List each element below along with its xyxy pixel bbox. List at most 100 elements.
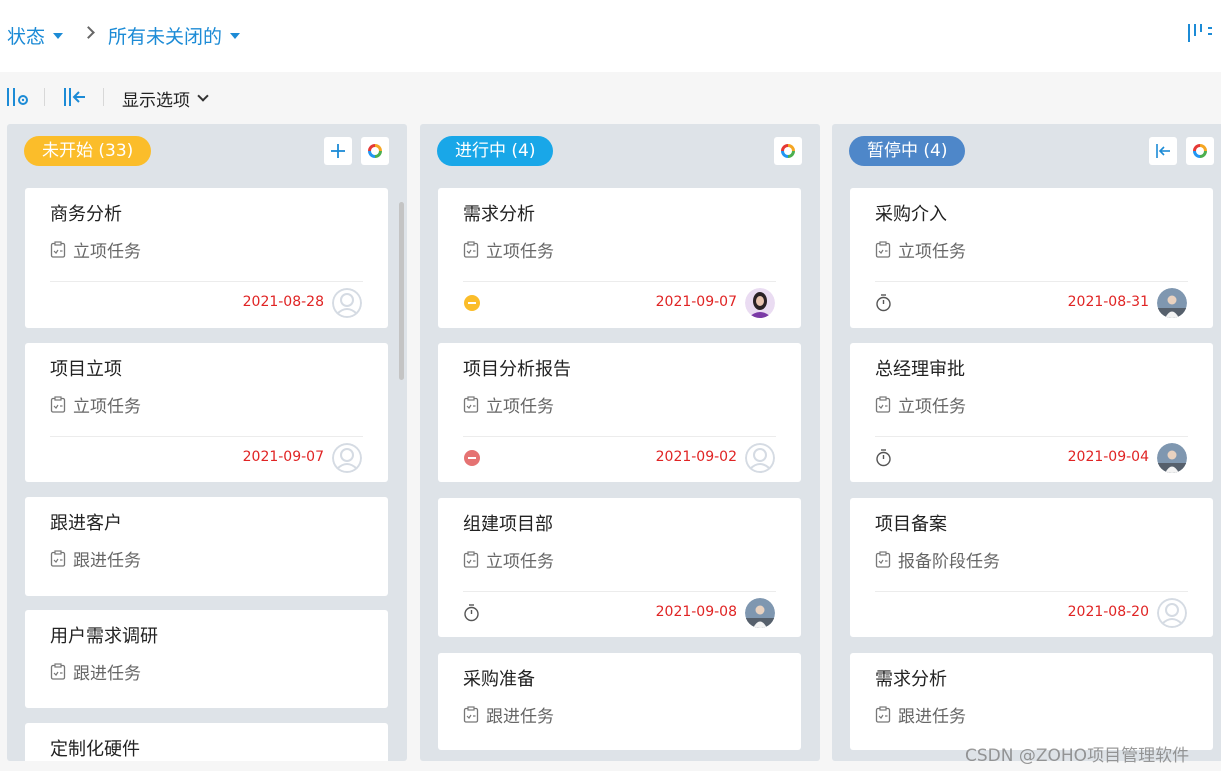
task-card[interactable]: 项目立项 立项任务 2021-09-07 <box>25 343 388 482</box>
view-filter-label: 所有未关闭的 <box>108 26 223 48</box>
task-type-label: 立项任务 <box>486 552 554 572</box>
task-type: 立项任务 <box>463 392 554 417</box>
task-type: 立项任务 <box>50 392 141 417</box>
task-type: 跟进任务 <box>50 546 141 571</box>
timer-icon <box>876 449 891 467</box>
avatar-placeholder[interactable] <box>745 443 775 473</box>
card-divider <box>875 436 1188 437</box>
column-header[interactable]: 暂停中 (4) <box>849 136 966 166</box>
column-color-button[interactable] <box>361 137 389 165</box>
column-color-button[interactable] <box>774 137 802 165</box>
color-wheel-icon <box>368 144 382 158</box>
task-card[interactable]: 商务分析 立项任务 2021-08-28 <box>25 188 388 328</box>
clipboard-icon <box>463 396 479 413</box>
task-type: 立项任务 <box>875 392 966 417</box>
toolbar-divider <box>103 88 104 106</box>
task-card[interactable]: 项目分析报告 立项任务 2021-09-02 <box>438 343 801 482</box>
view-filter-dropdown[interactable]: 所有未关闭的 <box>108 22 241 49</box>
status-filter-dropdown[interactable]: 状态 <box>7 22 64 49</box>
plus-icon <box>331 144 345 158</box>
task-card[interactable]: 需求分析 立项任务 2021-09-07 <box>438 188 801 328</box>
clipboard-icon <box>463 241 479 258</box>
task-title: 跟进客户 <box>50 513 122 534</box>
task-type: 跟进任务 <box>463 702 554 727</box>
status-minus-icon <box>464 295 480 311</box>
task-type-label: 跟进任务 <box>898 707 966 727</box>
column-not-started: 未开始 (33) 商务分析 立项任务 2021-08-28 项目立项 立项任务 … <box>7 124 407 761</box>
collapse-columns-icon[interactable] <box>63 86 87 108</box>
task-type-label: 立项任务 <box>73 242 141 262</box>
collapse-column-button[interactable] <box>1149 137 1177 165</box>
task-card[interactable]: 定制化硬件 <box>25 723 388 761</box>
clipboard-icon <box>50 663 66 680</box>
clipboard-icon <box>875 551 891 568</box>
due-date: 2021-09-07 <box>242 449 324 465</box>
clipboard-icon <box>463 551 479 568</box>
avatar-placeholder[interactable] <box>332 288 362 318</box>
avatar-photo[interactable] <box>745 598 775 628</box>
task-title: 定制化硬件 <box>50 739 140 760</box>
avatar-photo[interactable] <box>1157 288 1187 318</box>
column-header[interactable]: 未开始 (33) <box>24 136 152 166</box>
task-card[interactable]: 总经理审批 立项任务 2021-09-04 <box>850 343 1213 482</box>
toolbar: 显示选项 <box>0 72 1221 124</box>
add-task-button[interactable] <box>324 137 352 165</box>
task-title: 用户需求调研 <box>50 626 158 647</box>
status-filter-label: 状态 <box>7 26 46 48</box>
task-title: 组建项目部 <box>463 514 553 535</box>
avatar-placeholder[interactable] <box>1157 598 1187 628</box>
avatar-photo[interactable] <box>745 288 775 318</box>
due-date: 2021-09-02 <box>655 449 737 465</box>
card-divider <box>50 281 363 282</box>
top-bar: 状态 所有未关闭的 <box>0 0 1221 72</box>
due-date: 2021-09-08 <box>655 604 737 620</box>
card-divider <box>875 281 1188 282</box>
card-divider <box>463 281 776 282</box>
chevron-right-icon <box>82 26 95 39</box>
column-scrollbar[interactable] <box>399 202 404 380</box>
task-card[interactable]: 组建项目部 立项任务 2021-09-08 <box>438 498 801 637</box>
watermark: CSDN @ZOHO项目管理软件 <box>965 746 1190 766</box>
task-type-label: 立项任务 <box>73 397 141 417</box>
column-color-button[interactable] <box>1186 137 1214 165</box>
status-minus-icon <box>464 450 480 466</box>
task-title: 采购准备 <box>463 669 535 690</box>
clipboard-icon <box>875 706 891 723</box>
avatar-photo[interactable] <box>1157 443 1187 473</box>
task-card[interactable]: 跟进客户 跟进任务 <box>25 497 388 596</box>
card-divider <box>875 591 1188 592</box>
caret-down-icon <box>230 32 241 39</box>
timer-icon <box>876 294 891 312</box>
task-type-label: 立项任务 <box>486 242 554 262</box>
column-header[interactable]: 进行中 (4) <box>437 136 554 166</box>
display-options-dropdown[interactable]: 显示选项 <box>122 86 209 111</box>
task-card[interactable]: 项目备案 报备阶段任务 2021-08-20 <box>850 498 1213 637</box>
column-settings-icon[interactable] <box>6 86 30 108</box>
caret-down-icon <box>53 32 64 39</box>
task-type: 报备阶段任务 <box>875 547 1000 572</box>
kanban-view-icon[interactable] <box>1186 22 1214 44</box>
task-type-label: 跟进任务 <box>73 664 141 684</box>
color-wheel-icon <box>781 144 795 158</box>
task-title: 需求分析 <box>875 669 947 690</box>
column-paused: 暂停中 (4) 采购介入 立项任务 2021-08-31 总经理审批 立项任务 … <box>832 124 1221 761</box>
chevron-down-icon <box>197 90 209 102</box>
timer-icon <box>464 604 479 622</box>
task-card[interactable]: 需求分析 跟进任务 <box>850 653 1213 750</box>
task-card[interactable]: 采购准备 跟进任务 <box>438 653 801 750</box>
task-card[interactable]: 用户需求调研 跟进任务 <box>25 610 388 708</box>
due-date: 2021-08-31 <box>1067 294 1149 310</box>
kanban-board: 未开始 (33) 商务分析 立项任务 2021-08-28 项目立项 立项任务 … <box>0 124 1221 771</box>
task-card[interactable]: 采购介入 立项任务 2021-08-31 <box>850 188 1213 328</box>
display-options-label: 显示选项 <box>122 91 190 111</box>
card-divider <box>50 436 363 437</box>
clipboard-icon <box>50 241 66 258</box>
task-type: 立项任务 <box>463 237 554 262</box>
task-type-label: 跟进任务 <box>486 707 554 727</box>
avatar-placeholder[interactable] <box>332 443 362 473</box>
task-type: 立项任务 <box>875 237 966 262</box>
due-date: 2021-08-20 <box>1067 604 1149 620</box>
clipboard-icon <box>463 706 479 723</box>
task-title: 总经理审批 <box>875 359 965 380</box>
task-type-label: 跟进任务 <box>73 551 141 571</box>
